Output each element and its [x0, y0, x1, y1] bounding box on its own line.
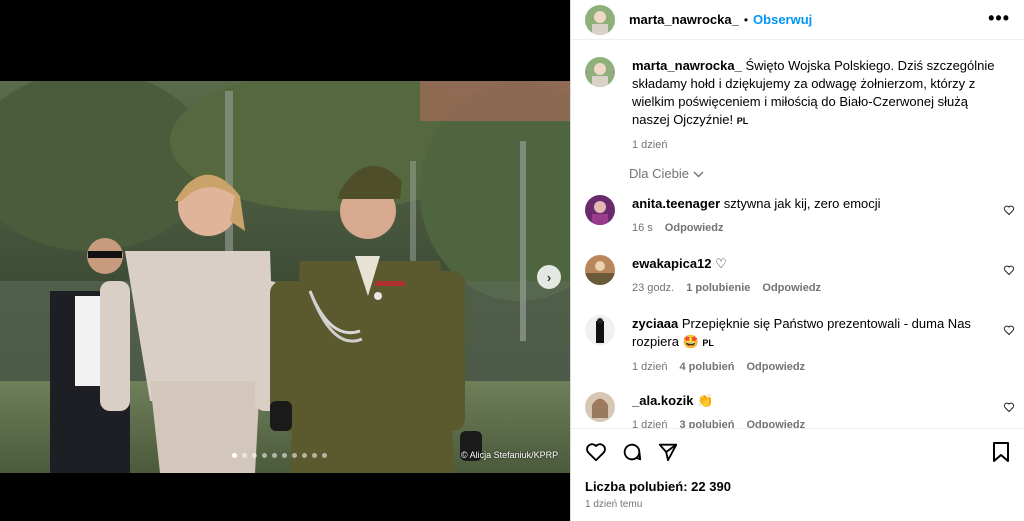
comment-item: ewakapica12 ♡ 23 godz. 1 polubienie Odpo… — [585, 255, 1005, 297]
likes-count[interactable]: Liczba polubień: 22 390 — [585, 479, 731, 494]
carousel-dot[interactable] — [272, 453, 277, 458]
comment-time: 1 dzień — [632, 419, 668, 428]
post-photo[interactable] — [0, 81, 570, 473]
bookmark-icon[interactable] — [991, 441, 1011, 463]
comment-time: 1 dzień — [632, 361, 668, 373]
comment-likes[interactable]: 4 polubień — [679, 358, 734, 376]
more-horizontal-icon[interactable]: ••• — [988, 8, 1010, 29]
carousel-dot[interactable] — [232, 453, 237, 458]
carousel-dots — [232, 453, 327, 458]
comment-text: Przepięknie się Państwo prezentowali - d… — [632, 316, 971, 349]
comment-username[interactable]: ewakapica12 — [632, 256, 712, 271]
comment-bubble-icon[interactable] — [621, 441, 643, 463]
post-viewer: › © Alicja Stefaniuk/KPRP marta_nawrocka… — [0, 0, 1024, 521]
caption-avatar[interactable] — [585, 57, 615, 87]
next-slide-button[interactable]: › — [537, 265, 561, 289]
like-heart-icon[interactable] — [585, 441, 607, 463]
commenter-avatar[interactable] — [585, 195, 615, 225]
comment-item: zyciaaa Przepięknie się Państwo prezento… — [585, 315, 1005, 376]
caption-lang[interactable]: PL — [737, 116, 749, 126]
caption: marta_nawrocka_ Święto Wojska Polskiego.… — [585, 57, 1005, 154]
heart-icon[interactable] — [1003, 324, 1015, 336]
comment-likes[interactable]: 3 polubień — [679, 416, 734, 428]
comment-body: zyciaaa Przepięknie się Państwo prezento… — [632, 315, 1005, 376]
caption-username[interactable]: marta_nawrocka_ — [632, 58, 742, 73]
comment-body: ewakapica12 ♡ 23 godz. 1 polubienie Odpo… — [632, 255, 1005, 297]
author-avatar[interactable] — [585, 4, 615, 35]
comment-item: anita.teenager sztywna jak kij, zero emo… — [585, 195, 1005, 237]
media-panel: › © Alicja Stefaniuk/KPRP — [0, 0, 570, 521]
comment-body: _ala.kozik 👏 1 dzień 3 polubień Odpowied… — [632, 392, 1005, 428]
photo-credit: © Alicja Stefaniuk/KPRP — [461, 450, 559, 460]
commenter-avatar[interactable] — [585, 255, 615, 285]
carousel-dot[interactable] — [282, 453, 287, 458]
caption-body: marta_nawrocka_ Święto Wojska Polskiego.… — [632, 57, 1005, 154]
post-header: marta_nawrocka_ • Obserwuj ••• — [571, 0, 1024, 40]
comment-lang[interactable]: PL — [702, 338, 714, 348]
carousel-dot[interactable] — [312, 453, 317, 458]
comment-text: 👏 — [697, 393, 714, 408]
comments-area[interactable]: marta_nawrocka_ Święto Wojska Polskiego.… — [571, 41, 1024, 428]
reply-button[interactable]: Odpowiedz — [665, 219, 724, 237]
reply-button[interactable]: Odpowiedz — [746, 358, 805, 376]
action-icons — [585, 441, 679, 463]
carousel-dot[interactable] — [262, 453, 267, 458]
commenter-avatar[interactable] — [585, 315, 615, 345]
comment-username[interactable]: anita.teenager — [632, 196, 720, 211]
chevron-down-icon — [693, 166, 704, 181]
heart-icon[interactable] — [1003, 204, 1015, 216]
caption-time: 1 dzień — [632, 139, 668, 151]
action-bar: Liczba polubień: 22 390 1 dzień temu — [571, 428, 1024, 521]
author-username[interactable]: marta_nawrocka_ — [629, 12, 739, 27]
header-separator: • — [743, 12, 749, 27]
comment-item: _ala.kozik 👏 1 dzień 3 polubień Odpowied… — [585, 392, 1005, 428]
reply-button[interactable]: Odpowiedz — [762, 279, 821, 297]
carousel-dot[interactable] — [252, 453, 257, 458]
heart-icon[interactable] — [1003, 401, 1015, 413]
comment-text: sztywna jak kij, zero emocji — [723, 196, 881, 211]
carousel-dot[interactable] — [242, 453, 247, 458]
comment-text: ♡ — [715, 256, 727, 271]
post-sidebar: marta_nawrocka_ • Obserwuj ••• marta_naw… — [570, 0, 1024, 521]
comment-username[interactable]: zyciaaa — [632, 316, 678, 331]
chevron-right-icon: › — [546, 269, 552, 285]
carousel-dot[interactable] — [322, 453, 327, 458]
post-timestamp[interactable]: 1 dzień temu — [585, 499, 642, 510]
comment-username[interactable]: _ala.kozik — [632, 393, 693, 408]
comment-time: 23 godz. — [632, 282, 675, 294]
carousel-dot[interactable] — [302, 453, 307, 458]
heart-icon[interactable] — [1003, 264, 1015, 276]
comment-likes[interactable]: 1 polubienie — [686, 279, 750, 297]
comment-time: 16 s — [632, 222, 653, 234]
reply-button[interactable]: Odpowiedz — [746, 416, 805, 428]
carousel-dot[interactable] — [292, 453, 297, 458]
commenter-avatar[interactable] — [585, 392, 615, 422]
sort-dropdown[interactable]: Dla Ciebie — [629, 166, 704, 181]
share-send-icon[interactable] — [657, 441, 679, 463]
follow-button[interactable]: Obserwuj — [753, 12, 812, 27]
comment-body: anita.teenager sztywna jak kij, zero emo… — [632, 195, 1005, 237]
sort-label: Dla Ciebie — [629, 166, 689, 181]
